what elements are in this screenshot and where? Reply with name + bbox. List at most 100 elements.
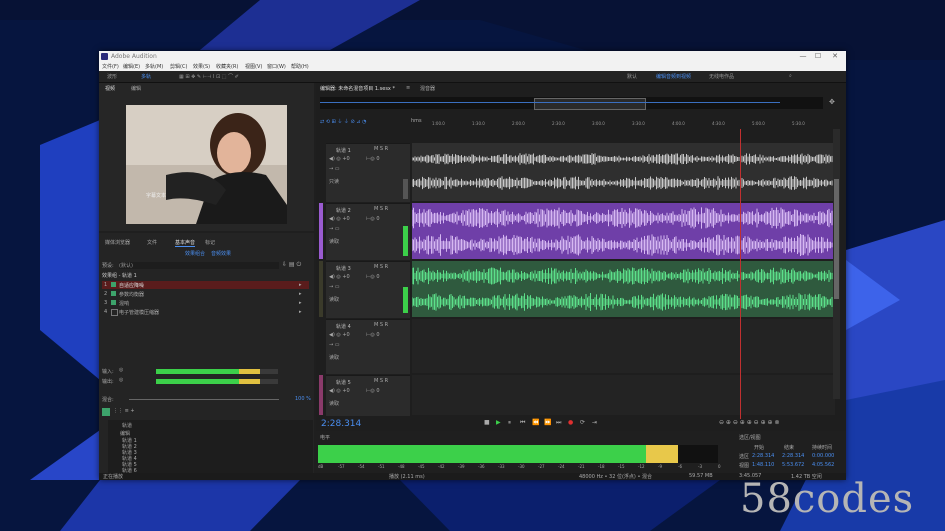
timeline-tool-icons[interactable]: ⇄ ⟲ ⊞ ⏚ ⏚ ⊘ ⊿ ◔ <box>320 118 366 125</box>
track-name[interactable]: 轨道 1 <box>336 147 351 154</box>
track-name[interactable]: 轨道 4 <box>336 323 351 330</box>
mute-solo-record-buttons[interactable]: M S R <box>374 146 388 152</box>
volume-knob-icon[interactable]: ◀) ◎ +0 <box>329 216 350 222</box>
workspace-radio[interactable]: 无线电作品 <box>709 73 734 80</box>
time-ruler[interactable]: 1:00.0 1:30.0 2:00.0 2:30.0 3:00.0 3:30.… <box>412 121 834 129</box>
view-end[interactable]: 5:53.672 <box>782 462 804 468</box>
track-lane-1[interactable] <box>411 143 835 201</box>
minimize-button[interactable]: — <box>797 52 809 60</box>
menu-window[interactable]: 窗口(W) <box>267 63 286 70</box>
tab-video[interactable]: 视频 <box>105 85 115 92</box>
track-color-swatch[interactable] <box>102 408 110 416</box>
list-view-icons[interactable]: ⋮⋮ ≡ + <box>113 408 135 414</box>
power-icon[interactable] <box>111 300 116 305</box>
tab-edit[interactable]: 编辑 <box>131 85 141 92</box>
pause-button[interactable]: ⏸ <box>508 419 511 427</box>
track-name[interactable]: 轨道 2 <box>336 207 351 214</box>
stop-button[interactable]: ■ <box>484 419 490 426</box>
selection-start[interactable]: 2:28.314 <box>752 453 774 459</box>
go-to-start-button[interactable]: ⏮ <box>520 419 525 427</box>
selection-view-tab[interactable]: 选区/视图 <box>739 434 761 441</box>
playhead[interactable] <box>740 129 741 419</box>
power-icon[interactable] <box>111 309 118 316</box>
tab-audio-effects[interactable]: 音频效果 <box>211 250 231 257</box>
automation-mode[interactable]: 读取 <box>329 238 339 245</box>
view-duration[interactable]: 4:05.562 <box>812 462 834 468</box>
menu-multitrack[interactable]: 多轨(M) <box>145 63 163 70</box>
chevron-right-icon[interactable]: ▸ <box>299 291 302 297</box>
volume-knob-icon[interactable]: ◀) ◎ +0 <box>329 332 350 338</box>
pan-knob-icon[interactable]: ⊢◎ 0 <box>366 274 380 280</box>
tab-essential-sound[interactable]: 基本声音 <box>175 239 196 247</box>
chevron-right-icon[interactable]: ▸ <box>299 300 302 306</box>
loop-button[interactable]: ⟳ <box>580 419 585 426</box>
input-route-row[interactable]: → ▭ <box>329 284 340 290</box>
chevron-right-icon[interactable]: ▸ <box>299 282 302 288</box>
mixer-tab[interactable]: 混音器 <box>420 85 435 92</box>
automation-mode[interactable]: 读取 <box>329 296 339 303</box>
pin-icon[interactable]: ✥ <box>829 98 835 106</box>
search-icon[interactable]: ⌕ <box>789 73 792 79</box>
input-route-row[interactable]: → ▭ <box>329 166 340 172</box>
play-button[interactable]: ▶ <box>496 419 501 426</box>
tab-media-browser[interactable]: 媒体浏览器 <box>105 239 130 246</box>
track-lane-4[interactable] <box>412 319 835 373</box>
menu-clip[interactable]: 剪辑(C) <box>170 63 187 70</box>
view-start[interactable]: 1:48.110 <box>752 462 774 468</box>
menu-effects[interactable]: 效果(S) <box>193 63 210 70</box>
levels-tab[interactable]: 电平 <box>320 434 330 441</box>
close-button[interactable]: ✕ <box>829 52 841 60</box>
track-name[interactable]: 轨道 5 <box>336 379 351 386</box>
vertical-scrollbar[interactable] <box>833 129 840 399</box>
tab-files[interactable]: 文件 <box>147 239 157 246</box>
editor-tab[interactable]: 编辑器: 未命名混音项目 1.sesx * <box>320 85 395 92</box>
menu-view[interactable]: 视图(V) <box>245 63 262 70</box>
track-lane-5[interactable] <box>412 375 835 415</box>
selection-end[interactable]: 2:28.314 <box>782 453 804 459</box>
volume-knob-icon[interactable]: ◀) ◎ +0 <box>329 388 350 394</box>
input-knob-icon[interactable]: ◎ <box>119 367 123 373</box>
tab-effects-group[interactable]: 效果组合 <box>185 250 205 257</box>
input-route-row[interactable]: → ▭ <box>329 226 340 232</box>
power-icon[interactable] <box>111 282 116 287</box>
volume-knob-icon[interactable]: ◀) ◎ +0 <box>329 156 350 162</box>
go-to-end-button[interactable]: ⏭ <box>556 419 561 427</box>
multitrack-view-button[interactable]: 多轨 <box>141 73 151 80</box>
track-list-item[interactable]: 编辑 <box>120 430 130 437</box>
menu-file[interactable]: 文件(F) <box>102 63 119 70</box>
chevron-right-icon[interactable]: ▸ <box>299 309 302 315</box>
record-button[interactable]: ● <box>568 419 573 426</box>
skip-button[interactable]: ⇥ <box>592 419 597 426</box>
mute-solo-record-buttons[interactable]: M S R <box>374 264 388 270</box>
mix-slider[interactable] <box>129 399 279 400</box>
menu-favorites[interactable]: 收藏夹(R) <box>216 63 238 70</box>
track-name[interactable]: 轨道 3 <box>336 265 351 272</box>
overview-viewport[interactable] <box>534 98 646 110</box>
automation-mode[interactable]: 读取 <box>329 400 339 407</box>
waveform-view-button[interactable]: 波形 <box>107 73 117 80</box>
workspace-default[interactable]: 默认 <box>627 73 637 80</box>
tab-markers[interactable]: 标记 <box>205 239 215 246</box>
close-tab-icon[interactable]: ≡ <box>406 85 410 91</box>
preset-dropdown[interactable]: (默认) <box>119 262 279 269</box>
power-icon[interactable] <box>111 291 116 296</box>
menu-edit[interactable]: 编辑(E) <box>123 63 140 70</box>
pan-knob-icon[interactable]: ⊢◎ 0 <box>366 388 380 394</box>
pan-knob-icon[interactable]: ⊢◎ 0 <box>366 332 380 338</box>
fast-forward-button[interactable]: ⏩ <box>544 419 551 426</box>
track-lane-3[interactable] <box>411 261 835 317</box>
menu-help[interactable]: 帮助(H) <box>291 63 309 70</box>
effect-slot-2[interactable]: 2 参数均衡器 ▸ <box>102 290 309 298</box>
pan-knob-icon[interactable]: ⊢◎ 0 <box>366 156 380 162</box>
mute-solo-record-buttons[interactable]: M S R <box>374 206 388 212</box>
zoom-controls[interactable]: ⊖ ⊕ ⊖ ⊕ ⊕ ⊖ ⊕ ⊕ ⊗ <box>719 419 780 426</box>
rewind-button[interactable]: ⏪ <box>532 419 539 426</box>
pan-knob-icon[interactable]: ⊢◎ 0 <box>366 216 380 222</box>
tool-icons[interactable]: ▦ ⊞ ✥ ✎ ⊢⊣ I ⊡ ⬚ ⌒ ✐ <box>179 73 239 80</box>
selection-duration[interactable]: 0:00.000 <box>812 453 834 459</box>
volume-knob-icon[interactable]: ◀) ◎ +0 <box>329 274 350 280</box>
automation-mode[interactable]: 读取 <box>329 354 339 361</box>
track-lane-2[interactable] <box>411 203 835 259</box>
mute-solo-record-buttons[interactable]: M S R <box>374 322 388 328</box>
maximize-button[interactable]: ☐ <box>812 52 824 60</box>
